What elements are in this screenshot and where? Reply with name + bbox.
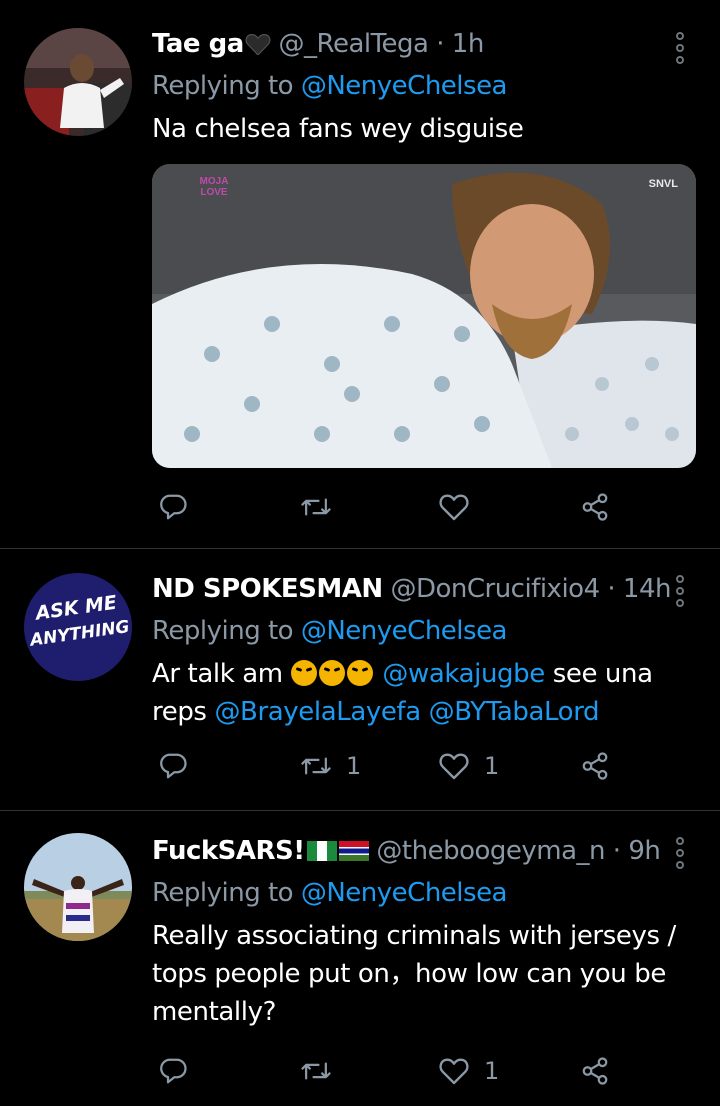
tweet-2[interactable]: ASK ME ANYTHING ND SPOKESMAN @DonCrucifi… [0, 549, 720, 809]
replying-prefix: Replying to [152, 71, 301, 101]
tweet-1[interactable]: Tae ga @_RealTega · 1h Replying to @Neny… [0, 0, 720, 548]
heart-icon [439, 1058, 469, 1085]
replying-prefix: Replying to [152, 616, 301, 646]
rofl-emoji-icon [346, 660, 373, 686]
retweet-icon [301, 757, 331, 775]
avatar-fucksars[interactable] [24, 833, 132, 941]
reply-button[interactable] [158, 751, 188, 781]
avatar-nd-spokesman[interactable]: ASK ME ANYTHING [24, 573, 132, 681]
share-icon [582, 1057, 608, 1085]
display-name[interactable]: Tae ga [152, 29, 244, 59]
retweet-button[interactable] [300, 492, 346, 522]
separator-dot: · [607, 574, 616, 604]
heart-icon [439, 753, 469, 780]
media-watermark-right: SNVL [648, 178, 678, 190]
like-button[interactable]: 1 [438, 1056, 499, 1086]
tweet-media-image[interactable]: MOJA LOVE SNVL [152, 164, 696, 468]
replying-to: Replying to @NenyeChelsea [152, 70, 680, 102]
avatar-image [24, 28, 132, 136]
replying-prefix: Replying to [152, 878, 301, 908]
replying-to: Replying to @NenyeChelsea [152, 877, 680, 909]
mention-link[interactable]: @BYTabaLord [429, 697, 600, 727]
reply-button[interactable] [158, 1056, 188, 1086]
handle[interactable]: @theboogeyma_n [376, 836, 605, 866]
heart-icon [439, 494, 469, 521]
media-illustration [152, 164, 696, 468]
tweet-header: ND SPOKESMAN @DonCrucifixio4 · 14h [152, 573, 680, 605]
more-options-icon[interactable] [674, 837, 686, 869]
tweet-text: Ar talk am @wakajugbe see una reps @Bray… [152, 655, 680, 731]
separator-dot: · [612, 836, 621, 866]
timestamp[interactable]: 9h [628, 836, 661, 866]
display-name[interactable]: FuckSARS! [152, 836, 305, 866]
retweet-count: 1 [346, 752, 362, 780]
tweet-text: Na chelsea fans wey disguise [152, 114, 524, 144]
reply-button[interactable] [158, 492, 188, 522]
handle[interactable]: @DonCrucifixio4 [390, 574, 600, 604]
handle[interactable]: @_RealTega [279, 29, 429, 59]
tweet-header: FuckSARS! @theboogeyma_n · 9h [152, 835, 680, 867]
tweet-text: Really associating criminals with jersey… [152, 921, 676, 1027]
tweet-actions [152, 492, 652, 532]
like-count: 1 [484, 752, 500, 780]
more-options-icon[interactable] [674, 575, 686, 607]
rofl-emoji-icon [290, 660, 317, 686]
like-button[interactable] [438, 492, 484, 522]
like-count: 1 [484, 1057, 500, 1085]
avatar-image [24, 833, 132, 941]
share-button[interactable] [580, 1056, 610, 1086]
mention-link[interactable]: @wakajugbe [382, 659, 545, 689]
mention-link[interactable]: @BrayelaLayefa [214, 697, 421, 727]
media-watermark-left: MOJA LOVE [199, 176, 229, 198]
timestamp[interactable]: 1h [452, 29, 485, 59]
separator-dot: · [436, 29, 445, 59]
mention-link[interactable]: @NenyeChelsea [301, 71, 508, 101]
reply-icon [160, 1058, 187, 1084]
replying-to: Replying to @NenyeChelsea [152, 615, 680, 647]
retweet-icon [301, 498, 331, 516]
avatar-tae-ga[interactable] [24, 28, 132, 136]
avatar-text: ASK ME ANYTHING [24, 588, 132, 655]
reply-icon [160, 494, 187, 520]
retweet-button[interactable] [300, 1056, 346, 1086]
retweet-icon [301, 1062, 331, 1080]
more-options-icon[interactable] [674, 32, 686, 64]
nigeria-flag-icon [306, 841, 337, 861]
gambia-flag-icon [338, 841, 369, 861]
rofl-emoji-icon [318, 660, 345, 686]
timestamp[interactable]: 14h [623, 574, 672, 604]
tweet-actions: 1 [152, 1056, 652, 1096]
like-button[interactable]: 1 [438, 751, 499, 781]
display-name[interactable]: ND SPOKESMAN [152, 574, 383, 604]
black-heart-icon [245, 34, 271, 56]
tweet-header: Tae ga @_RealTega · 1h [152, 28, 680, 60]
retweet-button[interactable]: 1 [300, 751, 361, 781]
share-button[interactable] [580, 751, 610, 781]
reply-icon [160, 753, 187, 779]
share-button[interactable] [580, 492, 610, 522]
tweet-actions: 1 1 [152, 751, 652, 791]
mention-link[interactable]: @NenyeChelsea [301, 878, 508, 908]
mention-link[interactable]: @NenyeChelsea [301, 616, 508, 646]
tweet-3[interactable]: FuckSARS! @theboogeyma_n · 9h Replying t… [0, 811, 720, 1106]
share-icon [582, 493, 608, 521]
share-icon [582, 752, 608, 780]
tweet-text-part1: Ar talk am [152, 659, 291, 689]
